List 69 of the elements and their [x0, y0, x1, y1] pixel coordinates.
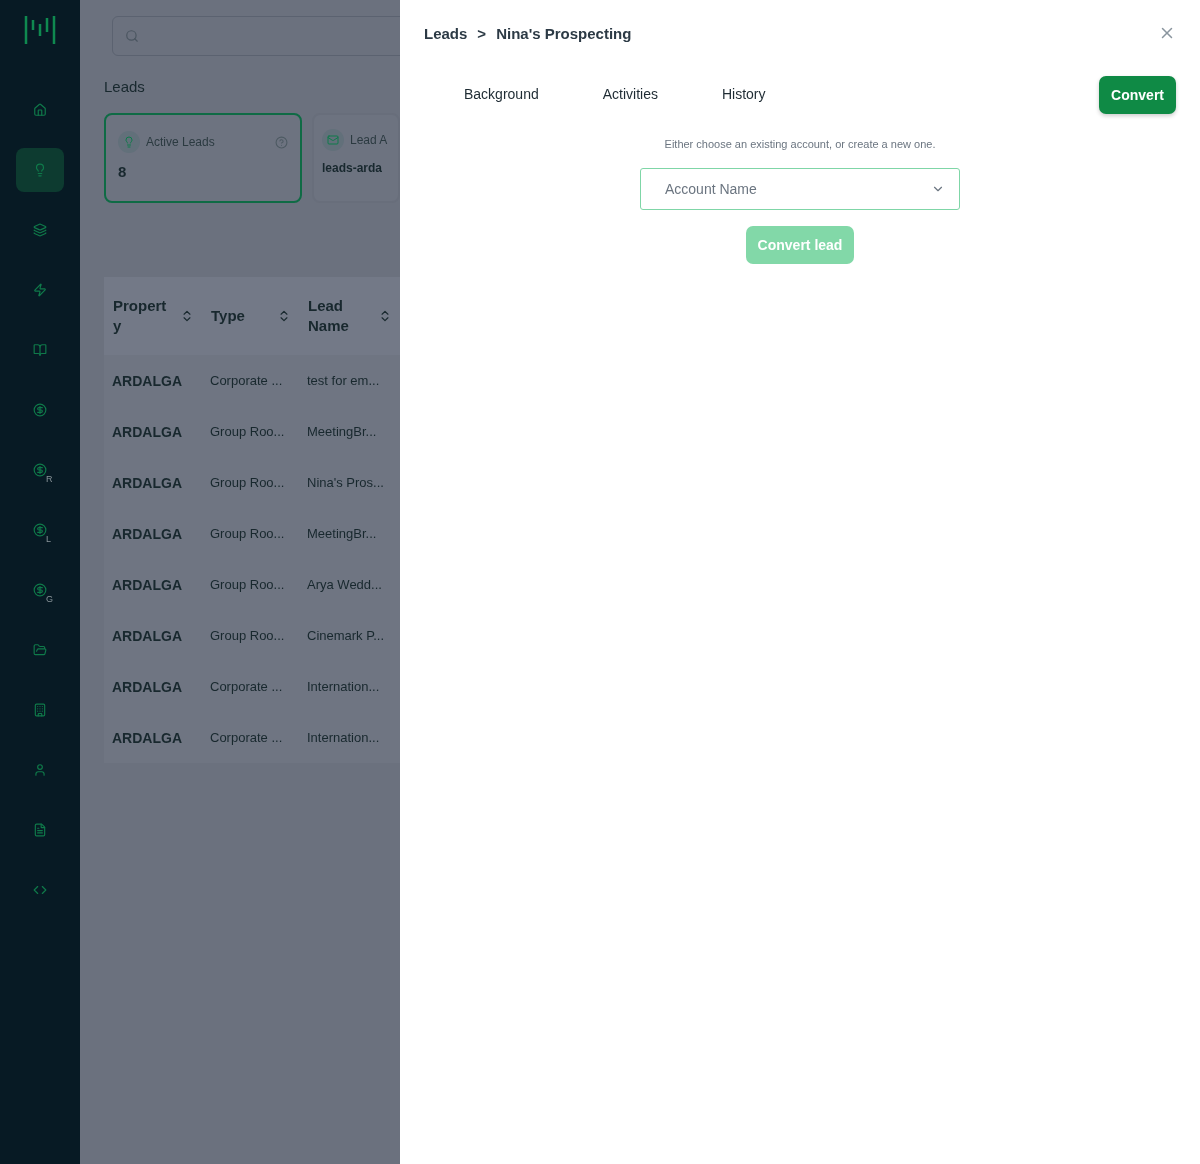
- sidebar-item-label: R: [46, 474, 53, 484]
- page-title: Leads: [104, 78, 146, 95]
- convert-button[interactable]: Convert: [1099, 76, 1176, 114]
- table-cell-text: Corporate ...: [209, 730, 284, 745]
- sidebar-item-label: G: [46, 594, 53, 604]
- search-field[interactable]: [112, 16, 400, 56]
- table-cell-text: Group Roo...: [209, 475, 286, 490]
- lightning-icon: [33, 283, 47, 297]
- table-cell-text: ARDALGA: [111, 372, 183, 389]
- sidebar-item[interactable]: L: [16, 508, 64, 552]
- card-label: Lead A: [350, 133, 388, 147]
- file-icon: [33, 823, 47, 837]
- table-cell-text: Group Roo...: [209, 628, 286, 643]
- column-header[interactable]: Type: [202, 306, 299, 326]
- breadcrumb-separator: >: [477, 24, 487, 42]
- table-cell-text: Corporate ...: [209, 679, 284, 694]
- search-icon: [125, 29, 139, 43]
- home-icon: [33, 103, 47, 117]
- user-icon: [33, 763, 47, 777]
- lightbulb-icon: [123, 136, 135, 148]
- card-value: 8: [118, 163, 128, 180]
- sidebar-item[interactable]: R: [16, 448, 64, 492]
- breadcrumb-link[interactable]: Leads: [424, 24, 468, 42]
- table-cell-text: Nina's Pros...: [306, 475, 385, 490]
- sidebar-item[interactable]: [16, 148, 64, 192]
- breadcrumb-current: Nina's Prospecting: [496, 24, 632, 42]
- card-label: Active Leads: [146, 135, 215, 149]
- dollar-icon: [33, 583, 47, 597]
- table-cell-text: ARDALGA: [111, 576, 183, 593]
- tab[interactable]: Background: [464, 80, 539, 110]
- column-header[interactable]: Lead Name: [299, 296, 400, 336]
- logo-icon: [24, 14, 56, 44]
- table-cell-text: MeetingBr...: [306, 526, 378, 541]
- help-icon: [275, 135, 288, 149]
- sidebar-item[interactable]: G: [16, 568, 64, 612]
- table-cell-text: ARDALGA: [111, 474, 183, 491]
- lightbulb-icon: [33, 163, 47, 177]
- table-cell-text: ARDALGA: [111, 423, 183, 440]
- table-cell-text: Internation...: [306, 730, 381, 745]
- mail-icon: [327, 134, 339, 146]
- tab[interactable]: Activities: [602, 80, 658, 110]
- table-cell-text: ARDALGA: [111, 678, 183, 695]
- card-value: leads-arda: [322, 161, 384, 175]
- table-cell-text: Group Roo...: [209, 526, 286, 541]
- table-cell-text: Corporate ...: [209, 373, 284, 388]
- stat-card[interactable]: Active Leads 8: [104, 113, 302, 203]
- book-icon: [33, 343, 47, 357]
- table-cell-text: Arya Wedd...: [306, 577, 383, 592]
- sidebar-item-label: L: [46, 534, 51, 544]
- hint-text: Either choose an existing account, or create a new one.: [664, 138, 936, 150]
- dollar-icon: [33, 523, 47, 537]
- folder-icon: [33, 643, 47, 657]
- table-cell-text: MeetingBr...: [306, 424, 378, 439]
- table-cell-text: Internation...: [306, 679, 381, 694]
- table-cell-text: ARDALGA: [111, 729, 183, 746]
- building-icon: [33, 703, 47, 717]
- tab[interactable]: History: [721, 80, 766, 110]
- table-cell-text: test for em...: [306, 373, 381, 388]
- table-cell-text: ARDALGA: [111, 525, 183, 542]
- account-select[interactable]: Account Name: [640, 168, 960, 210]
- column-header[interactable]: Property: [104, 296, 202, 336]
- table-cell-text: Group Roo...: [209, 424, 286, 439]
- dollar-icon: [33, 403, 47, 417]
- table-cell-text: Cinemark P...: [306, 628, 386, 643]
- code-icon: [33, 883, 47, 897]
- table-cell-text: ARDALGA: [111, 627, 183, 644]
- table-cell-text: Group Roo...: [209, 577, 286, 592]
- layers-icon: [33, 223, 47, 237]
- dollar-icon: [33, 463, 47, 477]
